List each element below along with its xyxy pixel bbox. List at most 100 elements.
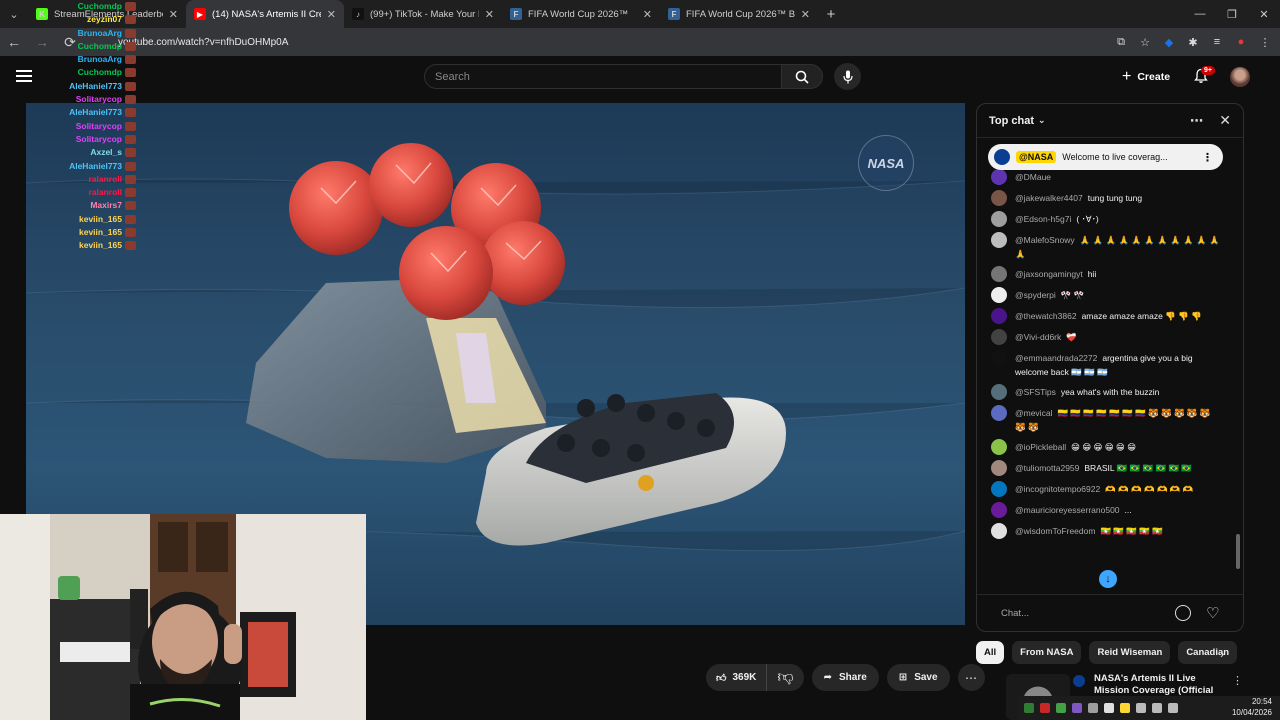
chat-username[interactable]: @SFSTips [1015,387,1056,397]
chat-user-avatar[interactable] [991,232,1007,248]
tray-app-icon[interactable] [1104,703,1114,713]
close-chat-icon[interactable]: ✕ [1219,112,1231,129]
browser-tab[interactable]: F FIFA World Cup 2026™ ✕ [502,0,660,28]
search-input[interactable]: Search [424,64,782,89]
profile-avatar-icon[interactable]: ● [1234,35,1248,49]
tab-close-icon[interactable]: ✕ [169,8,178,21]
chat-username[interactable]: @wisdomToFreedom [1015,526,1095,536]
like-button[interactable]: 👍︎ 369K [706,664,768,691]
chat-message[interactable]: @mauricioreyesserrano500... [977,500,1235,521]
chat-message[interactable]: @Vivi-dd6rk ❤‍🩹 [977,327,1235,348]
chat-user-avatar[interactable] [991,287,1007,303]
save-button[interactable]: ⊞ Save [886,664,950,691]
chat-user-avatar[interactable] [991,523,1007,539]
filter-chip[interactable]: Canadian [1178,641,1238,664]
chevron-down-icon[interactable]: ⌄ [1038,115,1046,126]
chat-user-avatar[interactable] [991,350,1007,366]
tray-app-icon[interactable] [1120,703,1130,713]
tab-close-icon[interactable]: ✕ [327,8,336,21]
tab-close-icon[interactable]: ✕ [801,8,810,21]
dislike-button[interactable]: 👎︎ [767,664,803,691]
back-button[interactable]: ← [0,34,28,50]
chat-username[interactable]: @spyderpi [1015,290,1056,300]
extensions-puzzle-icon[interactable]: ✱ [1186,35,1200,49]
chat-user-avatar[interactable] [991,502,1007,518]
account-avatar[interactable] [1230,67,1250,87]
chat-username[interactable]: @Vivi-dd6rk [1015,332,1061,342]
close-window-button[interactable]: ✕ [1248,0,1280,28]
chat-username[interactable]: @mauricioreyesserrano500 [1015,505,1120,515]
chat-user-avatar[interactable] [991,384,1007,400]
chat-username[interactable]: @thewatch3862 [1015,311,1077,321]
chat-scrollbar-thumb[interactable] [1236,534,1240,569]
pinned-message[interactable]: @NASA Welcome to live coverag... ⋮ [988,144,1223,170]
volume-icon[interactable] [1152,703,1162,713]
tray-app-icon[interactable] [1040,703,1050,713]
chat-message[interactable]: @Edson-h5g7i ( ･∀･) [977,209,1235,230]
chat-username[interactable]: @mevical [1015,408,1052,418]
system-clock[interactable]: 20:54 10/04/2026 [1232,696,1272,718]
chat-username[interactable]: @DMaue [1015,172,1051,182]
chat-username[interactable]: @incognitotempo6922 [1015,484,1100,494]
url-field[interactable]: youtube.com/watch?v=nfhDuOHMp0A [118,37,288,48]
chat-user-avatar[interactable] [991,460,1007,476]
filter-chip[interactable]: From NASA [1012,641,1082,664]
chat-message[interactable]: @DMaue [977,167,1235,188]
chat-user-avatar[interactable] [991,169,1007,185]
tray-app-icon[interactable] [1088,703,1098,713]
chat-mode-dropdown[interactable]: Top chat [989,115,1034,127]
jump-to-bottom-arrow-icon[interactable]: ↓ [1099,570,1117,588]
chat-message[interactable]: @ioPickleball 😁 😁 😁 😁 😁 😁 [977,437,1235,458]
chat-message[interactable]: @thewatch3862 amaze amaze amaze 👎 👎 👎 [977,306,1235,327]
media-control-icon[interactable]: ≡ [1210,35,1224,49]
browser-menu-icon[interactable]: ⋮ [1258,35,1272,49]
chat-message[interactable]: @tuliomotta2959 BRASIL 🇧🇷 🇧🇷 🇧🇷 🇧🇷 🇧🇷 🇧🇷 [977,458,1235,479]
tab-close-icon[interactable]: ✕ [643,8,652,21]
chat-username[interactable]: @Edson-h5g7i [1015,214,1071,224]
new-tab-button[interactable]: + [818,6,844,23]
chat-message[interactable]: @MalefoSnowy 🙏 🙏 🙏 🙏 🙏 🙏 🙏 🙏 🙏 🙏 🙏 🙏 [977,230,1235,264]
browser-tab[interactable]: F FIFA World Cup 2026™ Bracket ✕ [660,0,818,28]
pinned-more-icon[interactable]: ⋮ [1202,151,1213,164]
chat-message[interactable]: @emmaandrada2272 argentina give you a big… [977,348,1235,382]
chat-message[interactable]: @incognitotempo6922 🫶 🫶 🫶 🫶 🫶 🫶 🫶 [977,479,1235,500]
battery-icon[interactable] [1168,703,1178,713]
heart-reaction-icon[interactable]: ♡ [1206,604,1219,622]
chat-username[interactable]: @MalefoSnowy [1015,235,1075,245]
install-app-icon[interactable]: ⧉ [1114,35,1128,49]
chat-username[interactable]: @emmaandrada2272 [1015,353,1097,363]
chat-user-avatar[interactable] [991,329,1007,345]
filter-chip[interactable]: Reid Wiseman [1089,641,1171,664]
tray-app-icon[interactable] [1056,703,1066,713]
search-button[interactable] [781,64,823,89]
emoji-picker-icon[interactable] [1175,605,1191,621]
maximize-button[interactable]: ❐ [1216,0,1248,28]
minimize-button[interactable]: — [1184,0,1216,28]
tab-close-icon[interactable]: ✕ [485,8,494,21]
chat-user-avatar[interactable] [991,439,1007,455]
extension-shield-icon[interactable]: ◆ [1162,35,1176,49]
chat-username[interactable]: @jakewalker4407 [1015,193,1083,203]
share-button[interactable]: ➦ Share [811,664,879,691]
wifi-icon[interactable] [1136,703,1146,713]
chat-message[interactable]: @spyderpi 🎌 🎌 [977,285,1235,306]
chat-username[interactable]: @ioPickleball [1015,442,1066,452]
chat-user-avatar[interactable] [991,481,1007,497]
chat-user-avatar[interactable] [991,266,1007,282]
chat-more-options-icon[interactable]: ⋯ [1190,113,1203,129]
chat-input-field[interactable]: Chat... [1001,608,1029,619]
filter-chip[interactable]: All [976,641,1005,664]
chat-username[interactable]: @jaxsongamingyt [1015,269,1083,279]
tray-app-icon[interactable] [1072,703,1082,713]
recommended-more-icon[interactable]: ⋮ [1232,674,1243,687]
chevron-right-icon[interactable]: › [1220,646,1224,661]
chat-message[interactable]: @jaxsongamingyt hii [977,264,1235,285]
chat-scrollbar[interactable] [1236,144,1240,592]
chat-message[interactable]: @jakewalker4407 tung tung tung [977,188,1235,209]
browser-tab[interactable]: ▶ (14) NASA's Artemis II Crew ✕ [186,0,344,28]
chat-user-avatar[interactable] [991,211,1007,227]
voice-search-button[interactable] [834,63,861,90]
chat-user-avatar[interactable] [991,405,1007,421]
bookmark-star-icon[interactable]: ☆ [1138,35,1152,49]
tray-app-icon[interactable] [1024,703,1034,713]
